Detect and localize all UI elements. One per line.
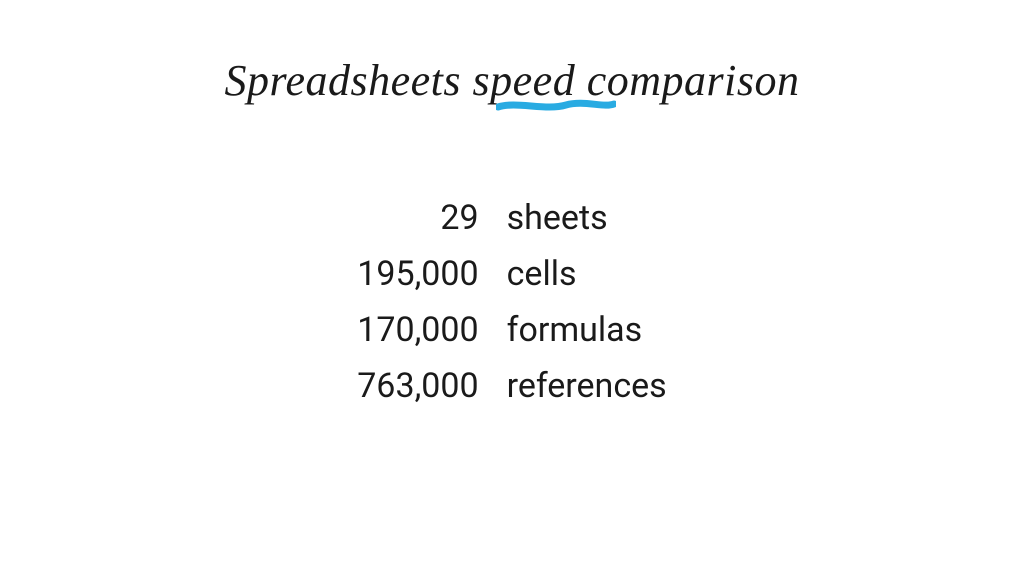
stat-value: 763,000 xyxy=(357,364,478,410)
stat-label: sheets xyxy=(507,196,667,242)
slide-title: Spreadsheets speed comparison xyxy=(224,55,799,106)
stat-label: cells xyxy=(507,252,667,298)
stat-value: 170,000 xyxy=(357,308,478,354)
stat-label: references xyxy=(507,364,667,410)
stat-value: 195,000 xyxy=(357,252,478,298)
stats-table: 29 sheets 195,000 cells 170,000 formulas… xyxy=(357,196,666,410)
title-wrap: Spreadsheets speed comparison xyxy=(224,55,799,106)
stat-label: formulas xyxy=(507,308,667,354)
slide: Spreadsheets speed comparison 29 sheets … xyxy=(0,0,1024,576)
stat-value: 29 xyxy=(357,196,478,242)
